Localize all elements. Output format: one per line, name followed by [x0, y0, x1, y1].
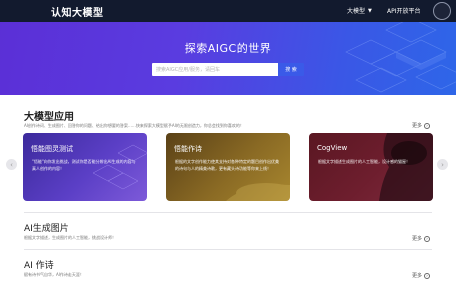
poem-section-title: AI 作诗 — [24, 261, 54, 271]
section-divider — [24, 249, 432, 250]
search-input[interactable] — [152, 63, 278, 76]
carousel-next-button[interactable]: › — [437, 159, 448, 170]
caret-down-icon: ▼ — [368, 7, 372, 14]
more-label: 更多 — [411, 123, 422, 129]
card-title: 悟能作诗 — [174, 145, 202, 153]
site-logo[interactable]: 认知大模型 — [51, 4, 104, 19]
search-button[interactable]: 搜 索 — [278, 63, 304, 76]
apps-more-link[interactable]: 更多 › — [412, 122, 430, 129]
section-divider — [24, 212, 432, 213]
image-section-subtitle: 根据文字描述，生成图片的人工智能，挑战设计师！ — [24, 235, 116, 240]
chevron-right-icon: › — [441, 160, 444, 169]
poem-more-link[interactable]: 更多 › — [412, 272, 430, 279]
app-card-poem[interactable]: 悟能作诗 根据的文字创作能力使其支持对各种特定的题目创作出优美的诗句与人的精美诗… — [166, 133, 290, 201]
app-card-cogview[interactable]: CogView 根据文字描述生成图片的人工智能，设计感的猫屋！ — [309, 133, 433, 201]
apps-section-title: 大模型应用 — [24, 112, 74, 123]
nav-api-platform[interactable]: API开放平台 — [387, 6, 421, 15]
carousel-prev-button[interactable]: ‹ — [6, 159, 17, 170]
hero-decoration — [345, 22, 456, 93]
chevron-left-icon: ‹ — [10, 160, 13, 169]
poem-section-subtitle: 赋有诗书气自华，AI作诗走天涯！ — [24, 272, 84, 277]
more-label: 更多 — [411, 236, 422, 242]
card-title: CogView — [317, 144, 348, 152]
search-bar: 搜 索 — [152, 63, 304, 76]
card-description: "悟能"向你发出挑战，测试你是否能分辨出AI生成的内容与真人创作的内容！ — [32, 159, 136, 171]
card-description: 根据文字描述生成图片的人工智能，设计感的猫屋！ — [318, 159, 410, 164]
nav-model-label: 大模型 — [347, 8, 366, 15]
apps-section-subtitle: AI创作诗词、生成图片、回答你的问题、给出你想要的答案……快来探索大模型赋予AI… — [24, 123, 244, 128]
chevron-right-circle-icon: › — [424, 272, 430, 279]
top-navbar: 认知大模型 大模型 ▼ API开放平台 — [0, 0, 456, 22]
app-card-turing-test[interactable]: 悟能图灵测试 "悟能"向你发出挑战，测试你是否能分辨出AI生成的内容与真人创作的… — [23, 133, 147, 201]
card-title: 悟能图灵测试 — [31, 145, 73, 153]
image-more-link[interactable]: 更多 › — [412, 235, 430, 242]
image-section-title: AI生成图片 — [24, 224, 69, 234]
chevron-right-circle-icon: › — [424, 235, 430, 242]
card-description: 根据的文字创作能力使其支持对各种特定的题目创作出优美的诗句与人的精美诗歌，更有藏… — [175, 159, 279, 171]
more-label: 更多 — [411, 273, 422, 279]
chevron-right-circle-icon: › — [424, 122, 430, 129]
user-avatar[interactable] — [433, 2, 451, 20]
nav-model-dropdown[interactable]: 大模型 ▼ — [347, 6, 372, 16]
hero-title: 探索AIGC的世界 — [184, 42, 272, 55]
